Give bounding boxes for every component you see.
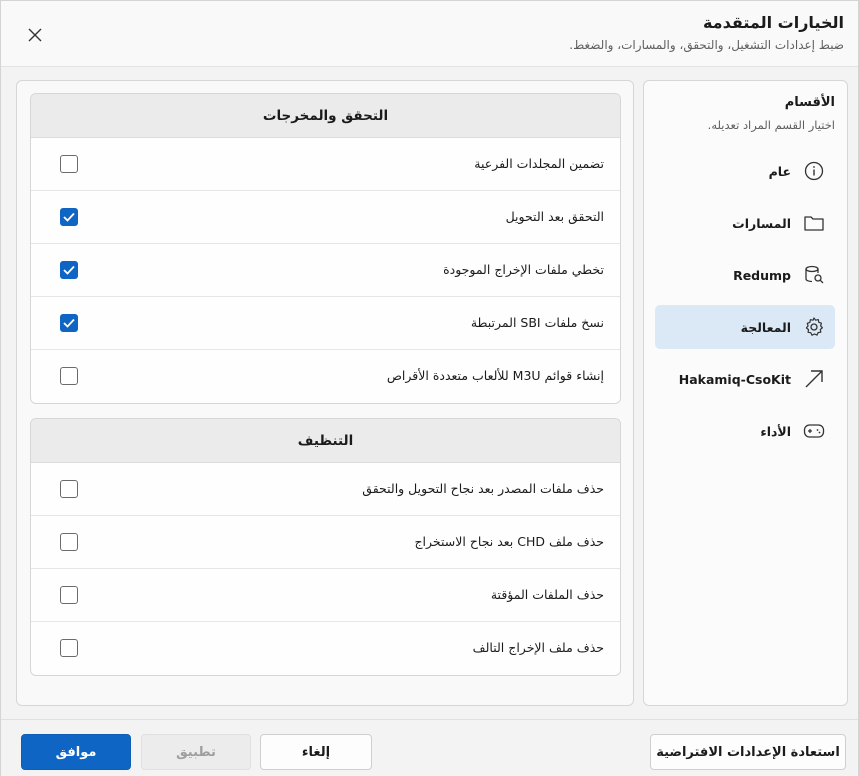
option-row: التحقق بعد التحويل bbox=[31, 191, 620, 244]
option-row: إنشاء قوائم M3U للألعاب متعددة الأقراص bbox=[31, 350, 620, 403]
sidebar-item-general[interactable]: عام bbox=[655, 149, 835, 193]
sidebar-title: الأقسام bbox=[784, 95, 835, 110]
sidebar-item-label: المسارات bbox=[732, 215, 791, 231]
sidebar-item-label: الأداء bbox=[760, 423, 791, 439]
option-label: تضمين المجلدات الفرعية bbox=[474, 156, 604, 171]
copy-sbi-files-checkbox[interactable] bbox=[60, 314, 78, 332]
sidebar-item-processing[interactable]: المعالجة bbox=[655, 305, 835, 349]
option-row: تضمين المجلدات الفرعية bbox=[31, 138, 620, 191]
option-row: نسخ ملفات SBI المرتبطة bbox=[31, 297, 620, 350]
folder-icon bbox=[803, 212, 825, 234]
skip-existing-output-checkbox[interactable] bbox=[60, 261, 78, 279]
ok-button[interactable]: موافق bbox=[21, 734, 131, 770]
dialog-footer: موافق تطبيق إلغاء استعادة الإعدادات الاف… bbox=[1, 719, 858, 776]
info-icon bbox=[803, 160, 825, 182]
gamepad-icon bbox=[803, 420, 825, 442]
option-label: حذف ملف الإخراج التالف bbox=[472, 640, 604, 655]
delete-corrupt-output-checkbox[interactable] bbox=[60, 639, 78, 657]
sidebar-item-paths[interactable]: المسارات bbox=[655, 201, 835, 245]
group-title: التنظيف bbox=[31, 419, 620, 463]
sidebar-item-redump[interactable]: Redump bbox=[655, 253, 835, 297]
close-icon bbox=[28, 28, 42, 42]
sidebar-item-hakamiq-csokit[interactable]: Hakamiq-CsoKit bbox=[655, 357, 835, 401]
delete-source-files-checkbox[interactable] bbox=[60, 480, 78, 498]
option-row: حذف الملفات المؤقتة bbox=[31, 569, 620, 622]
verify-after-conversion-checkbox[interactable] bbox=[60, 208, 78, 226]
dialog-header: الخيارات المتقدمة ضبط إعدادات التشغيل، و… bbox=[1, 1, 858, 67]
create-m3u-playlists-checkbox[interactable] bbox=[60, 367, 78, 385]
sidebar-item-label: Redump bbox=[733, 267, 791, 283]
advanced-options-dialog: الخيارات المتقدمة ضبط إعدادات التشغيل، و… bbox=[0, 0, 859, 776]
checkmark-icon bbox=[63, 318, 75, 328]
checkmark-icon bbox=[63, 265, 75, 275]
checkmark-icon bbox=[63, 212, 75, 222]
option-row: حذف ملف الإخراج التالف bbox=[31, 622, 620, 675]
dialog-subtitle: ضبط إعدادات التشغيل، والتحقق، والمسارات،… bbox=[569, 38, 844, 52]
option-label: حذف الملفات المؤقتة bbox=[490, 587, 604, 602]
processing-settings-panel: التحقق والمخرجات تضمين المجلدات الفرعية … bbox=[16, 80, 634, 706]
sidebar-item-label: المعالجة bbox=[740, 319, 791, 335]
option-row: حذف ملف CHD بعد نجاح الاستخراج bbox=[31, 516, 620, 569]
option-label: نسخ ملفات SBI المرتبطة bbox=[470, 315, 604, 330]
option-label: حذف ملف CHD بعد نجاح الاستخراج bbox=[414, 534, 604, 549]
option-row: حذف ملفات المصدر بعد نجاح التحويل والتحق… bbox=[31, 463, 620, 516]
restore-defaults-button[interactable]: استعادة الإعدادات الافتراضية bbox=[650, 734, 846, 770]
arrow-up-right-icon bbox=[803, 368, 825, 390]
sidebar-item-label: Hakamiq-CsoKit bbox=[678, 371, 791, 387]
cleanup-group: التنظيف حذف ملفات المصدر بعد نجاح التحوي… bbox=[30, 418, 621, 676]
sections-sidebar: الأقسام اختيار القسم المراد تعديله. عام … bbox=[643, 80, 848, 706]
delete-temp-files-checkbox[interactable] bbox=[60, 586, 78, 604]
verification-output-group: التحقق والمخرجات تضمين المجلدات الفرعية … bbox=[30, 93, 621, 404]
option-label: حذف ملفات المصدر بعد نجاح التحويل والتحق… bbox=[362, 481, 604, 496]
delete-chd-after-extract-checkbox[interactable] bbox=[60, 533, 78, 551]
group-title: التحقق والمخرجات bbox=[31, 94, 620, 138]
sidebar-item-label: عام bbox=[768, 163, 791, 179]
gear-icon bbox=[803, 316, 825, 338]
include-subfolders-checkbox[interactable] bbox=[60, 155, 78, 173]
database-search-icon bbox=[803, 264, 825, 286]
apply-button[interactable]: تطبيق bbox=[141, 734, 251, 770]
sidebar-subtitle: اختيار القسم المراد تعديله. bbox=[707, 118, 835, 132]
option-label: إنشاء قوائم M3U للألعاب متعددة الأقراص bbox=[386, 368, 604, 383]
option-label: التحقق بعد التحويل bbox=[505, 209, 604, 224]
close-button[interactable] bbox=[23, 23, 47, 47]
sidebar-item-performance[interactable]: الأداء bbox=[655, 409, 835, 453]
dialog-title: الخيارات المتقدمة bbox=[702, 13, 844, 32]
option-label: تخطي ملفات الإخراج الموجودة bbox=[443, 262, 604, 277]
option-row: تخطي ملفات الإخراج الموجودة bbox=[31, 244, 620, 297]
cancel-button[interactable]: إلغاء bbox=[260, 734, 372, 770]
